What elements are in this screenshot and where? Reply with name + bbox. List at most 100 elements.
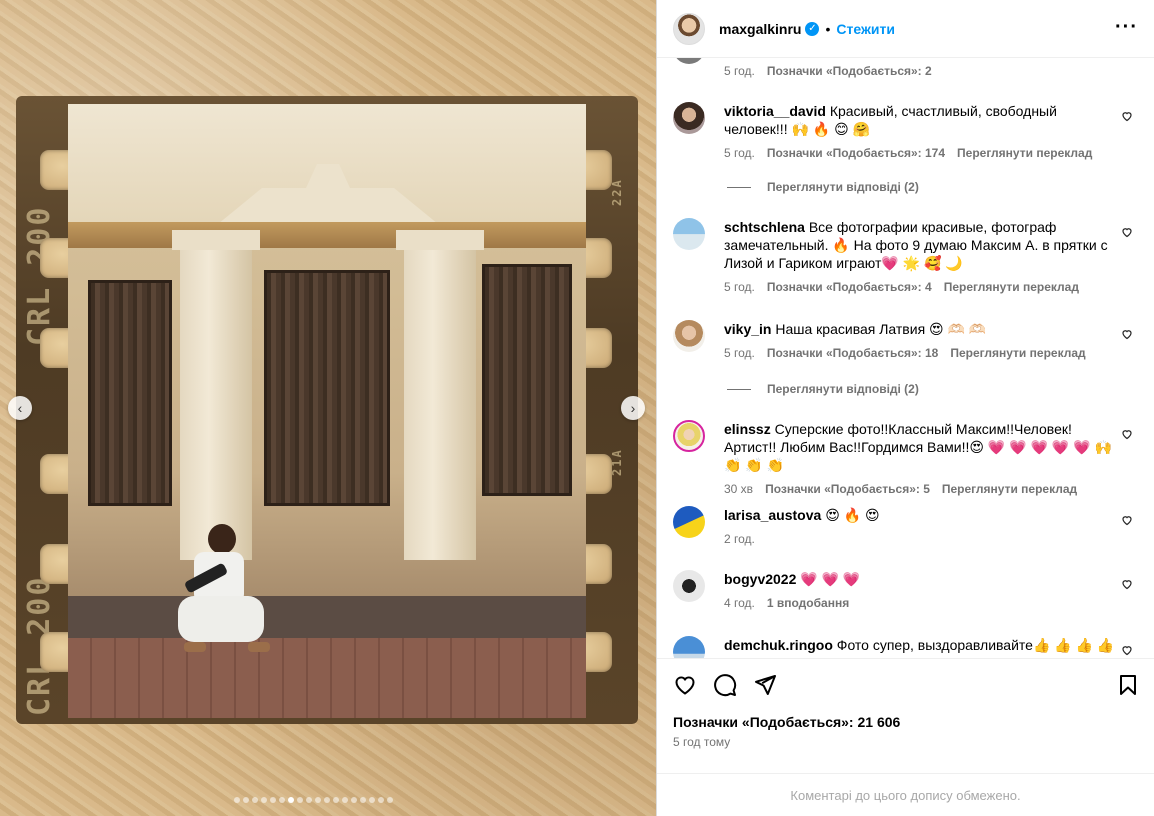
comment-item: schtschlena Все фотографии красивые, фот… <box>673 218 1139 294</box>
comments-limited-notice: Коментарі до цього допису обмежено. <box>657 773 1154 816</box>
author-avatar[interactable] <box>673 12 705 45</box>
view-replies-button[interactable]: Переглянути відповіді (2) <box>727 180 919 194</box>
commenter-username[interactable]: bogyv2022 <box>724 571 796 587</box>
carousel-dot <box>279 797 285 803</box>
comment-likes[interactable]: 1 вподобання <box>767 596 849 610</box>
commenter-username[interactable]: larisa_austova <box>724 507 821 523</box>
comment-item: elinssz Суперские фото!!Классный Максим!… <box>673 420 1139 496</box>
comment-time: 30 хв <box>724 482 754 496</box>
carousel-dot <box>270 797 276 803</box>
comment-item: larisa_austova 😍 🔥 😍 2 год. <box>673 506 1139 546</box>
brick-pavement <box>68 638 586 718</box>
translate-link[interactable]: Переглянути переклад <box>957 146 1092 160</box>
comment-likes[interactable]: Позначки «Подобається»: 4 <box>767 280 932 294</box>
carousel-dot <box>261 797 267 803</box>
comment-likes[interactable]: Позначки «Подобається»: 2 <box>767 64 932 78</box>
comment-item: bogyv2022 💗 💗 💗 4 год. 1 вподобання <box>673 570 1139 610</box>
window-shutter <box>88 280 172 506</box>
commenter-username[interactable]: schtschlena <box>724 219 805 235</box>
comments-list: 5 год. Позначки «Подобається»: 2 viktori… <box>657 58 1154 658</box>
commenter-avatar[interactable] <box>673 570 705 602</box>
comment-like-heart-icon[interactable] <box>1121 428 1133 440</box>
post-sidebar: maxgalkinru ✓ • Стежити ··· 5 год. Позна… <box>656 0 1154 816</box>
share-send-icon[interactable] <box>753 673 777 702</box>
view-replies-button[interactable]: Переглянути відповіді (2) <box>727 382 919 396</box>
comment-item: viky_in Наша красивая Латвия 😍 🫶🏻 🫶🏻 5 г… <box>673 320 1139 360</box>
comment-likes[interactable]: Позначки «Подобається»: 18 <box>767 346 938 360</box>
building-cornice <box>68 222 586 248</box>
carousel-dot <box>243 797 249 803</box>
carousel-dot <box>333 797 339 803</box>
comment-like-heart-icon[interactable] <box>1121 644 1133 656</box>
replies-line <box>727 186 751 188</box>
commenter-avatar[interactable] <box>673 636 705 658</box>
chevron-right-icon: › <box>630 400 636 416</box>
comment-time: 4 год. <box>724 596 755 610</box>
commenter-username[interactable]: viky_in <box>724 321 771 337</box>
carousel-dot <box>234 797 240 803</box>
comment-like-heart-icon[interactable] <box>1121 226 1133 238</box>
comment-text: Фото супер, выздоравливайте👍 👍 👍 👍 <box>836 637 1115 653</box>
follow-button[interactable]: Стежити <box>836 21 895 37</box>
like-heart-icon[interactable] <box>673 673 697 702</box>
comment-like-heart-icon[interactable] <box>1121 110 1133 122</box>
carousel-dot <box>297 797 303 803</box>
comment-time: 2 год. <box>724 532 755 546</box>
more-options-icon[interactable]: ··· <box>1115 16 1138 39</box>
chevron-left-icon: ‹ <box>17 400 23 416</box>
commenter-avatar[interactable] <box>673 320 705 352</box>
commenter-avatar[interactable] <box>673 218 705 250</box>
comment-time: 5 год. <box>724 146 755 160</box>
carousel-dot <box>288 797 294 803</box>
translate-link[interactable]: Переглянути переклад <box>944 280 1079 294</box>
carousel-indicator <box>234 797 393 803</box>
commenter-username[interactable]: elinssz <box>724 421 771 437</box>
carousel-dot <box>369 797 375 803</box>
window-shutter <box>482 264 572 496</box>
comment-text: 💗 💗 💗 <box>800 571 861 587</box>
comment-item: viktoria__david Красивый, счастливый, св… <box>673 102 1139 160</box>
carousel-dot <box>306 797 312 803</box>
comment-bubble-icon[interactable] <box>713 673 737 702</box>
commenter-username[interactable]: demchuk.ringoo <box>724 637 833 653</box>
comment-like-heart-icon[interactable] <box>1121 578 1133 590</box>
carousel-dot <box>360 797 366 803</box>
bookmark-icon[interactable] <box>1116 673 1140 702</box>
person-figure <box>178 524 270 664</box>
view-replies-label: Переглянути відповіді (2) <box>767 382 919 396</box>
translate-link[interactable]: Переглянути переклад <box>942 482 1077 496</box>
commenter-avatar[interactable] <box>673 102 705 134</box>
carousel-dot <box>387 797 393 803</box>
building-base <box>68 596 586 638</box>
replies-line <box>727 388 751 390</box>
comment-like-heart-icon[interactable] <box>1121 514 1133 526</box>
author-username[interactable]: maxgalkinru <box>719 21 801 37</box>
commenter-username[interactable]: viktoria__david <box>724 103 826 119</box>
comment-text: 😍 🔥 😍 <box>825 507 880 523</box>
next-photo-button[interactable]: › <box>621 396 645 420</box>
post-media: CRL 200 CRL 200 22A 21A ‹ › <box>0 0 656 816</box>
post-photo <box>68 104 586 718</box>
comment-time: 5 год. <box>724 346 755 360</box>
commenter-avatar[interactable] <box>673 420 705 452</box>
translate-link[interactable]: Переглянути переклад <box>950 346 1085 360</box>
film-label-right-top: 22A <box>610 178 624 206</box>
window-shutter <box>264 270 390 506</box>
comment-text: Наша красивая Латвия 😍 🫶🏻 🫶🏻 <box>775 321 987 337</box>
building-pillar <box>172 230 260 560</box>
commenter-avatar[interactable] <box>673 506 705 538</box>
comment-likes[interactable]: Позначки «Подобається»: 174 <box>767 146 945 160</box>
view-replies-label: Переглянути відповіді (2) <box>767 180 919 194</box>
comment-like-heart-icon[interactable] <box>1121 328 1133 340</box>
comment-likes[interactable]: Позначки «Подобається»: 5 <box>765 482 930 496</box>
commenter-avatar[interactable] <box>673 58 705 64</box>
comment-item: 5 год. Позначки «Подобається»: 2 <box>673 58 1139 78</box>
verified-badge-icon: ✓ <box>805 21 820 36</box>
carousel-dot <box>378 797 384 803</box>
comment-text: Суперские фото!!Классный Максим!!Человек… <box>724 421 1112 473</box>
post-actions: Позначки «Подобається»: 21 606 5 год том… <box>657 658 1154 782</box>
post-timestamp: 5 год тому <box>673 735 731 749</box>
post-likes-count[interactable]: Позначки «Подобається»: 21 606 <box>673 714 900 730</box>
comment-time: 5 год. <box>724 280 755 294</box>
previous-photo-button[interactable]: ‹ <box>8 396 32 420</box>
